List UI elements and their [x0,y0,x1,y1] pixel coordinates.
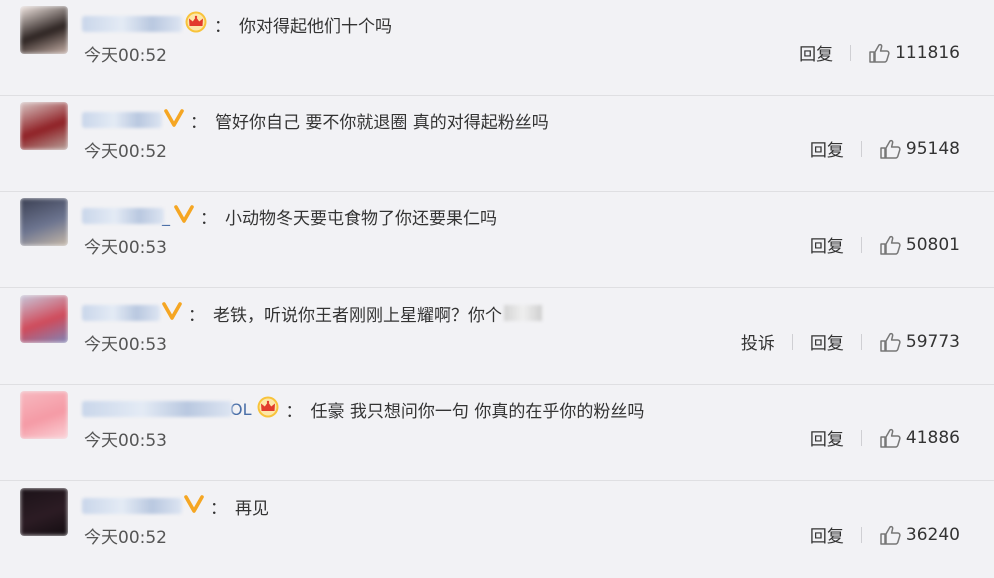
comment-actions: 回复 50801 [810,232,960,258]
comment-list: ： 你对得起他们十个吗 今天00:52 回复 111816 ： 管好你自己 要不… [0,0,994,563]
comment-item: ： 再见 今天00:52 回复 36240 [0,482,994,578]
divider [850,44,852,61]
reply-button[interactable]: 回复 [810,136,844,161]
avatar[interactable] [20,391,68,439]
masked-text [504,305,542,321]
comment-actions: 投诉 回复 59773 [741,329,960,355]
comment-actions: 回复 41886 [810,425,960,451]
comment-text: 小动物冬天要屯食物了你还要果仁吗 [225,208,497,229]
like-button[interactable]: 59773 [879,332,960,352]
comment-item: ： 老铁，听说你王者刚刚上星耀啊？你个 今天00:53 投诉 回复 59773 [0,289,994,385]
thumbs-up-icon [869,43,890,63]
thumbs-up-icon [880,235,901,255]
colon: ： [214,16,231,37]
comment-content: ： 老铁，听说你王者刚刚上星耀啊？你个 [82,299,542,327]
like-button[interactable]: 41886 [879,428,960,448]
verified-badge [174,204,194,228]
thumbs-up-icon [880,428,901,448]
comment-content: ： 你对得起他们十个吗 [82,10,392,38]
avatar[interactable] [20,295,68,343]
verified-v-icon [174,204,194,223]
comment-time: 今天00:52 [84,142,167,162]
like-button[interactable]: 111816 [868,43,960,63]
comment-item: ： 你对得起他们十个吗 今天00:52 回复 111816 [0,0,994,96]
comment-text: 你对得起他们十个吗 [239,16,392,37]
comment-actions: 回复 95148 [810,136,960,162]
like-count: 41886 [905,427,960,448]
username[interactable] [82,305,160,321]
like-count: 95148 [905,138,960,159]
like-button[interactable]: 95148 [879,139,960,159]
reply-button[interactable]: 回复 [810,425,844,450]
like-count: 36240 [905,524,960,545]
comment-text: 再见 [235,498,269,519]
verified-badge [164,108,184,132]
colon: ： [285,401,303,422]
avatar[interactable] [20,102,68,150]
like-count: 111816 [895,42,960,63]
reply-button[interactable]: 回复 [810,329,844,354]
colon: ： [210,498,227,519]
colon: ： [188,305,205,326]
comment-actions: 回复 36240 [810,522,960,548]
colon: ： [200,208,217,229]
verified-badge [162,301,182,325]
divider [860,333,862,350]
thumbs-up-icon [880,332,901,352]
reply-button[interactable]: 回复 [810,522,844,547]
comment-text: 任豪 我只想问你一句 你真的在乎你的粉丝吗 [310,401,645,422]
verified-badge [184,494,204,518]
divider [860,429,862,446]
comment-actions: 回复 111816 [799,40,960,66]
comment-content: ： 管好你自己 要不你就退圈 真的对得起粉丝吗 [82,106,549,134]
comment-content: ： 再见 [82,492,269,520]
comment-time: 今天00:52 [84,46,167,66]
like-count: 59773 [905,331,960,352]
avatar[interactable] [20,6,68,54]
avatar[interactable] [20,198,68,246]
thumbs-up-icon [880,525,901,545]
divider [860,526,862,543]
reply-button[interactable]: 回复 [799,40,833,65]
divider [791,333,793,350]
comment-content: OL ： 任豪 我只想问你一句 你真的在乎你的粉丝吗 [82,395,644,423]
report-button[interactable]: 投诉 [741,329,775,354]
verified-v-icon [164,108,184,127]
username-tail[interactable]: OL [230,400,252,419]
like-button[interactable]: 50801 [879,235,960,255]
comment-time: 今天00:53 [84,335,167,355]
username[interactable] [82,401,232,417]
divider [860,140,862,157]
comment-content: _ ： 小动物冬天要屯食物了你还要果仁吗 [82,202,497,230]
like-button[interactable]: 36240 [879,525,960,545]
crown-icon [185,11,207,32]
username[interactable] [82,112,162,128]
verified-v-icon [162,301,182,320]
crown-badge [184,11,208,38]
comment-time: 今天00:53 [84,431,167,451]
avatar[interactable] [20,488,68,536]
comment-time: 今天00:53 [84,238,167,258]
thumbs-up-icon [880,139,901,159]
crown-badge [256,396,280,423]
comment-time: 今天00:52 [84,528,167,548]
username[interactable] [82,498,182,514]
comment-item: OL ： 任豪 我只想问你一句 你真的在乎你的粉丝吗 今天00:53 回复 41… [0,385,994,481]
reply-button[interactable]: 回复 [810,232,844,257]
crown-icon [257,396,279,417]
comment-text: 管好你自己 要不你就退圈 真的对得起粉丝吗 [215,112,549,133]
username[interactable] [82,16,182,32]
comment-text: 老铁，听说你王者刚刚上星耀啊？你个 [213,305,502,326]
divider [860,236,862,253]
like-count: 50801 [905,234,960,255]
username[interactable] [82,208,164,224]
comment-item: _ ： 小动物冬天要屯食物了你还要果仁吗 今天00:53 回复 50801 [0,192,994,288]
comment-item: ： 管好你自己 要不你就退圈 真的对得起粉丝吗 今天00:52 回复 95148 [0,96,994,192]
colon: ： [190,112,207,133]
verified-v-icon [184,494,204,513]
